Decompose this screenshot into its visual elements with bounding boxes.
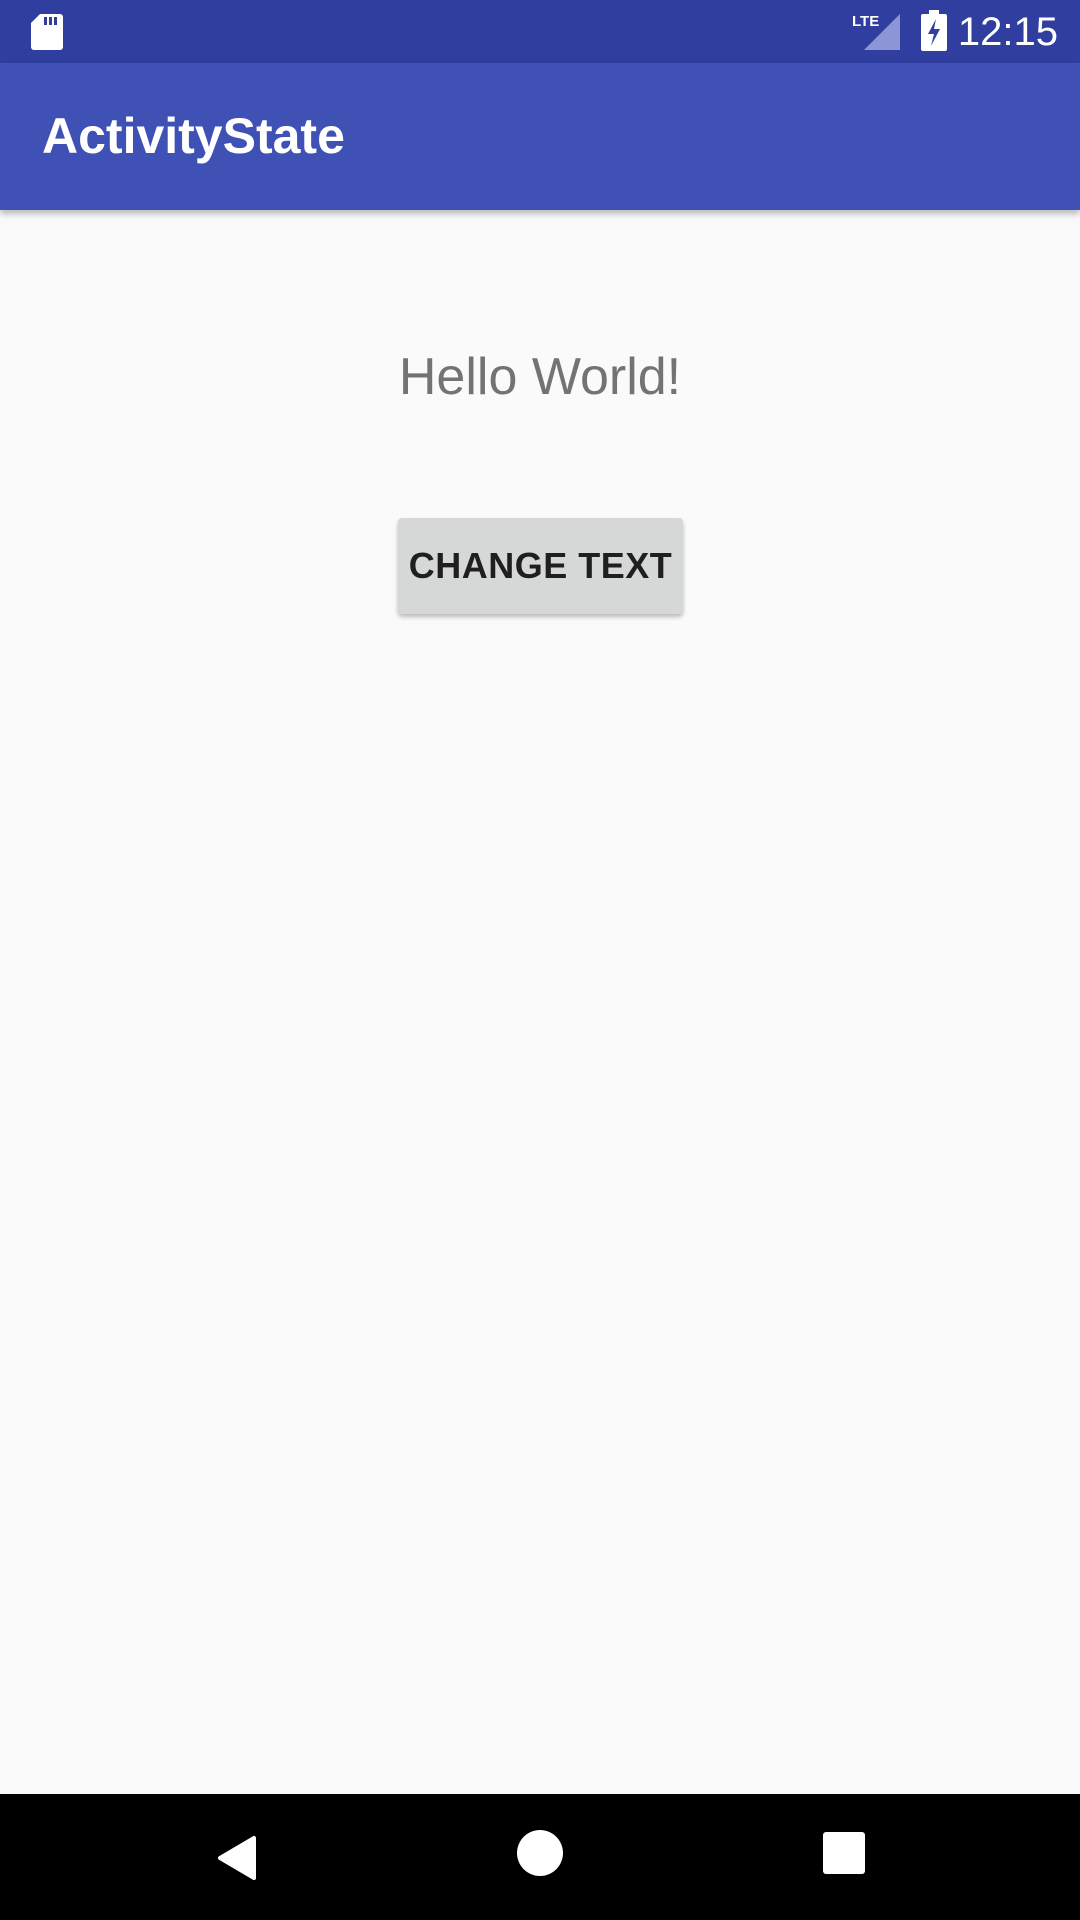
lte-label: LTE xyxy=(852,13,879,30)
home-icon[interactable] xyxy=(517,1830,563,1876)
lte-signal-icon: LTE xyxy=(852,13,900,50)
recents-icon[interactable] xyxy=(823,1832,865,1874)
clock: 12:15 xyxy=(957,10,1058,54)
change-text-button[interactable]: CHANGE TEXT xyxy=(398,518,683,614)
screen: LTE 12:15 ActivityState Hello World! CHA… xyxy=(0,0,1080,1920)
app-bar: ActivityState xyxy=(0,63,1080,210)
app-title: ActivityState xyxy=(42,108,345,164)
battery-charging-icon xyxy=(921,10,947,51)
hello-text: Hello World! xyxy=(398,348,682,406)
status-bar: LTE 12:15 xyxy=(0,0,1080,63)
back-icon[interactable] xyxy=(214,1834,258,1882)
sd-card-icon xyxy=(31,14,63,50)
navigation-bar xyxy=(0,1794,1080,1920)
